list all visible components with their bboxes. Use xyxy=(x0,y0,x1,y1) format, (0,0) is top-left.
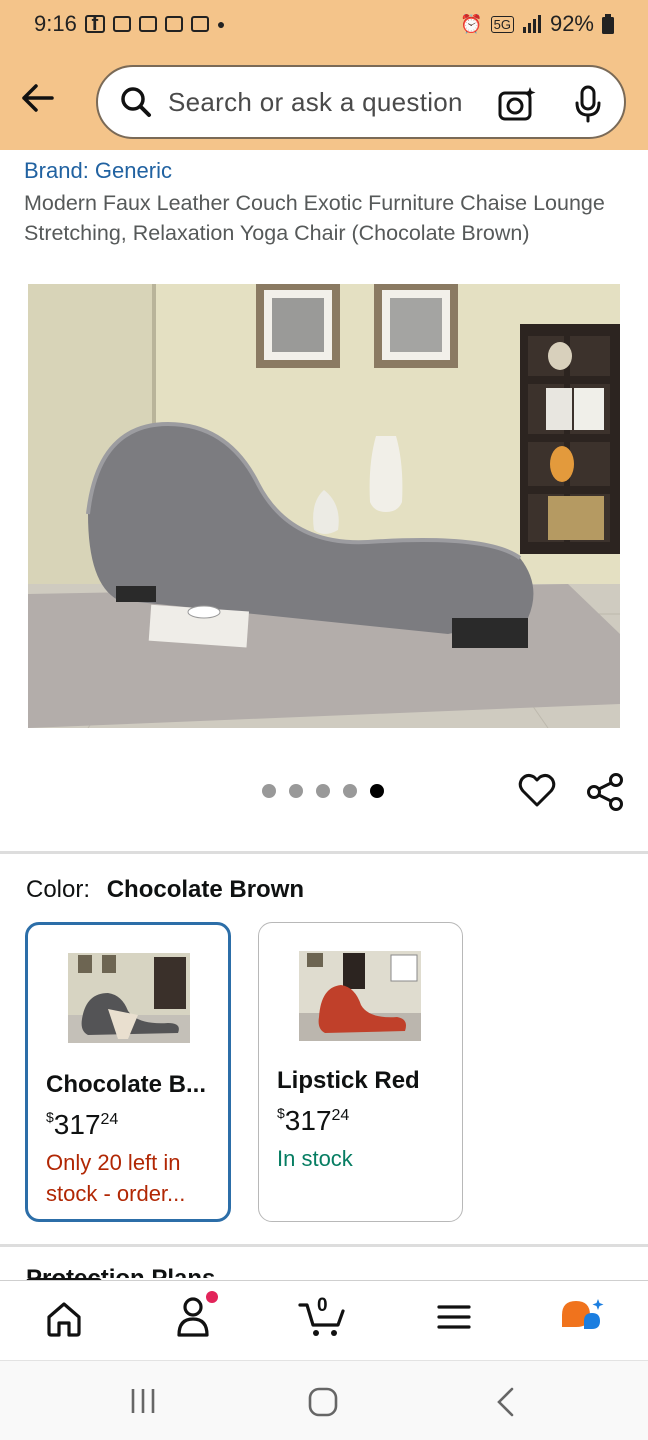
home-button-icon[interactable] xyxy=(308,1387,338,1417)
rufus-assistant-icon[interactable] xyxy=(558,1297,608,1341)
notification-icon xyxy=(138,16,157,32)
carousel-dot[interactable] xyxy=(289,784,303,798)
system-back-icon[interactable] xyxy=(494,1387,516,1417)
battery-percent: 92% xyxy=(549,11,594,36)
search-placeholder: Search or ask a question xyxy=(168,86,463,117)
carousel-indicator[interactable] xyxy=(262,784,384,798)
notification-icon xyxy=(164,16,183,32)
protection-plans-heading: Protection Plans xyxy=(26,1264,215,1278)
top-header: Search or ask a question xyxy=(0,48,648,150)
home-icon[interactable] xyxy=(44,1299,84,1339)
status-bar: 9:16 f ● ⏰ 5G 92% xyxy=(0,0,648,48)
color-label-text: Color: xyxy=(26,876,91,903)
color-label: Color: Chocolate Brown xyxy=(26,876,304,904)
section-divider xyxy=(0,1244,648,1247)
signal-icon xyxy=(522,15,541,33)
swatch-thumbnail xyxy=(299,951,421,1041)
selected-color-name: Chocolate Brown xyxy=(106,876,305,903)
availability-text: In stock xyxy=(277,1146,353,1171)
bottom-navigation: 0 xyxy=(0,1280,648,1360)
swatch-thumbnail xyxy=(68,953,190,1043)
cart-icon[interactable]: 0 xyxy=(298,1295,348,1339)
search-input[interactable]: Search or ask a question xyxy=(96,65,626,139)
availability-text: Only 20 left in stock - order... xyxy=(46,1150,186,1206)
camera-search-icon[interactable] xyxy=(498,87,536,123)
product-image[interactable] xyxy=(28,284,620,728)
cart-count: 0 xyxy=(317,1295,328,1316)
color-option-name: Lipstick Red xyxy=(277,1067,420,1094)
color-option-chocolate-brown[interactable]: Chocolate B... $31724 Only 20 left in st… xyxy=(25,922,231,1222)
back-arrow-icon[interactable] xyxy=(18,78,58,118)
notification-icon xyxy=(190,16,209,32)
account-icon[interactable] xyxy=(174,1291,220,1341)
notification-icon xyxy=(112,16,131,32)
product-title: Modern Faux Leather Couch Exotic Furnitu… xyxy=(24,191,605,245)
facebook-icon: f xyxy=(84,14,105,34)
network-label: 5G xyxy=(490,15,514,33)
menu-icon[interactable] xyxy=(436,1299,472,1335)
microphone-icon[interactable] xyxy=(574,85,602,123)
section-divider xyxy=(0,851,648,854)
heart-icon[interactable] xyxy=(518,772,556,810)
search-icon xyxy=(121,87,151,117)
recent-apps-icon[interactable] xyxy=(128,1387,158,1415)
status-time: 9:16 xyxy=(34,11,77,36)
share-icon[interactable] xyxy=(586,772,624,812)
carousel-dot[interactable] xyxy=(262,784,276,798)
system-navigation-bar xyxy=(0,1360,648,1440)
color-option-price: $31724 xyxy=(277,1105,350,1136)
color-option-name: Chocolate B... xyxy=(46,1071,207,1098)
color-option-price: $31724 xyxy=(46,1109,119,1140)
alarm-icon: ⏰ xyxy=(460,13,483,34)
brand-link[interactable]: Brand: Generic xyxy=(24,158,172,184)
battery-icon xyxy=(602,14,614,34)
carousel-dot[interactable] xyxy=(343,784,357,798)
color-option-lipstick-red[interactable]: Lipstick Red $31724 In stock xyxy=(258,922,463,1222)
more-notifications-dot: ● xyxy=(216,16,226,32)
carousel-dot[interactable] xyxy=(316,784,330,798)
carousel-dot-active[interactable] xyxy=(370,784,384,798)
